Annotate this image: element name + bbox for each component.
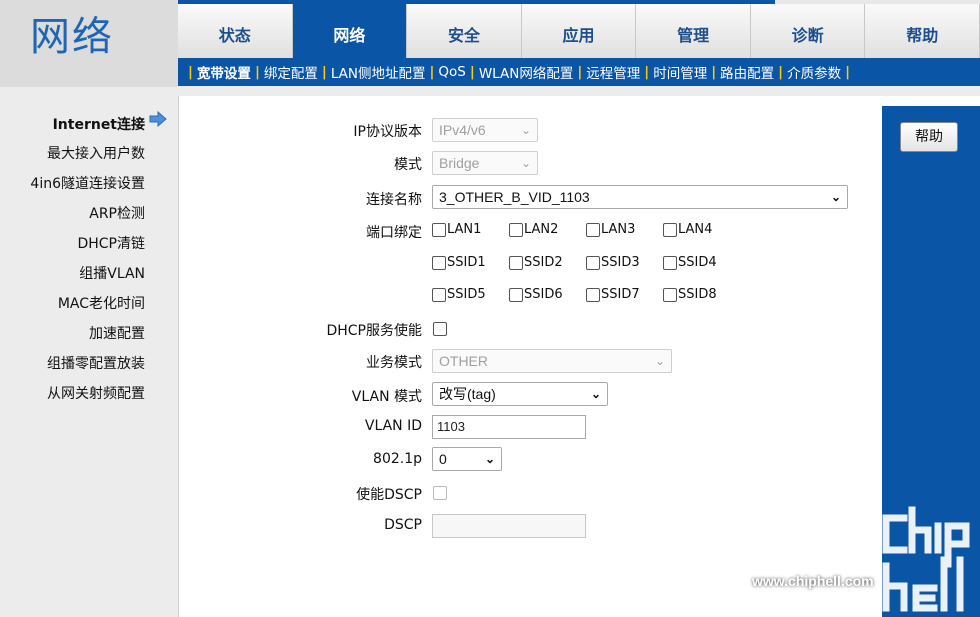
sidebar-item-internet[interactable]: Internet连接 — [53, 114, 145, 134]
sidebar-item-acceleration[interactable]: 加速配置 — [89, 323, 145, 343]
priority-8021p-select[interactable]: 0 ⌄ — [432, 447, 502, 471]
vlan-mode-label: VLAN 模式 — [351, 389, 422, 405]
chevron-down-icon: ⌄ — [590, 387, 601, 401]
dhcp-enable-checkbox[interactable] — [433, 322, 448, 336]
port-ssid8-checkbox[interactable]: SSID8 — [663, 287, 717, 302]
mode-select[interactable]: Bridge ⌄ — [432, 151, 538, 175]
port-ssid6-checkbox[interactable]: SSID6 — [509, 287, 563, 302]
subnav-qos[interactable]: QoS — [438, 64, 465, 80]
enable-dscp-checkbox[interactable] — [433, 486, 448, 500]
vlan-id-input[interactable]: 1103 — [432, 415, 586, 439]
sidebar-item-multicast-vlan[interactable]: 组播VLAN — [79, 263, 145, 283]
content-gap — [178, 86, 980, 96]
service-mode-select[interactable]: OTHER ⌄ — [432, 349, 672, 373]
port-lan1-checkbox[interactable]: LAN1 — [432, 222, 481, 237]
port-lan2-checkbox[interactable]: LAN2 — [509, 222, 558, 237]
subnav-lan-address[interactable]: LAN侧地址配置 — [331, 62, 426, 82]
subnav-medium-params[interactable]: 介质参数 — [787, 62, 841, 82]
watermark-url: www.chiphell.com — [752, 573, 874, 589]
subnav-broadband[interactable]: 宽带设置 — [197, 62, 251, 82]
dhcp-enable-label: DHCP服务使能 — [326, 323, 422, 339]
tab-diagnosis[interactable]: 诊断 — [750, 4, 866, 62]
port-ssid4-checkbox[interactable]: SSID4 — [663, 255, 717, 270]
subnav-wlan[interactable]: WLAN网络配置 — [479, 62, 574, 82]
port-ssid1-checkbox[interactable]: SSID1 — [432, 255, 486, 270]
sidebar-item-max-users[interactable]: 最大接入用户数 — [47, 143, 145, 163]
dscp-input[interactable] — [432, 514, 586, 538]
port-ssid7-checkbox[interactable]: SSID7 — [586, 287, 640, 302]
priority-8021p-label: 802.1p — [373, 451, 422, 467]
tab-network[interactable]: 网络 — [292, 4, 408, 62]
ip-version-label: IP协议版本 — [353, 124, 422, 140]
logo-text: 网络 — [30, 14, 114, 60]
subnav-binding[interactable]: 绑定配置 — [264, 62, 318, 82]
chevron-down-icon: ⌄ — [484, 452, 495, 466]
sidebar-item-dhcp-chain[interactable]: DHCP清链 — [77, 233, 145, 253]
sidebar-item-mac-aging[interactable]: MAC老化时间 — [58, 293, 145, 313]
subnav-time-management[interactable]: 时间管理 — [653, 62, 707, 82]
sidebar: Internet连接 最大接入用户数 4in6隧道连接设置 ARP检测 DHCP… — [0, 87, 178, 617]
sidebar-item-4in6-tunnel[interactable]: 4in6隧道连接设置 — [30, 173, 145, 193]
main-content: IP协议版本 IPv4/v6 ⌄ 模式 Bridge ⌄ 连接名称 3_OTHE… — [178, 96, 882, 617]
enable-dscp-label: 使能DSCP — [356, 487, 422, 503]
vlan-mode-select[interactable]: 改写(tag) ⌄ — [432, 382, 608, 406]
chevron-down-icon: ⌄ — [520, 123, 531, 137]
subnav-remote-management[interactable]: 远程管理 — [586, 62, 640, 82]
sub-nav: | 宽带设置 | 绑定配置 | LAN侧地址配置 | QoS | WLAN网络配… — [178, 58, 980, 86]
mode-label: 模式 — [394, 157, 422, 173]
chevron-down-icon: ⌄ — [830, 190, 841, 204]
help-panel: 帮助 — [882, 106, 980, 617]
port-lan4-checkbox[interactable]: LAN4 — [663, 222, 712, 237]
tab-security[interactable]: 安全 — [407, 4, 522, 62]
sidebar-item-multicast-zero-config[interactable]: 组播零配置放装 — [47, 353, 145, 373]
logo: 网络 — [0, 0, 178, 87]
sidebar-item-arp-check[interactable]: ARP检测 — [89, 203, 145, 223]
port-binding-label: 端口绑定 — [366, 225, 422, 241]
subnav-routing[interactable]: 路由配置 — [720, 62, 774, 82]
service-mode-label: 业务模式 — [366, 355, 422, 371]
header: 网络 状态 网络 安全 应用 管理 诊断 帮助 | 宽带设置 | 绑定配置 | … — [0, 0, 980, 87]
tab-management[interactable]: 管理 — [636, 4, 751, 62]
main-tabs: 状态 网络 安全 应用 管理 诊断 帮助 — [178, 4, 980, 62]
tab-application[interactable]: 应用 — [521, 4, 637, 62]
arrow-right-icon — [149, 111, 167, 127]
tab-status[interactable]: 状态 — [178, 4, 293, 62]
help-button[interactable]: 帮助 — [900, 122, 958, 152]
sidebar-item-slave-gateway-rf[interactable]: 从网关射频配置 — [47, 383, 145, 403]
ip-version-select[interactable]: IPv4/v6 ⌄ — [432, 118, 538, 142]
connection-name-select[interactable]: 3_OTHER_B_VID_1103 ⌄ — [432, 185, 848, 209]
connection-name-label: 连接名称 — [366, 192, 422, 208]
port-ssid2-checkbox[interactable]: SSID2 — [509, 255, 563, 270]
vlan-id-label: VLAN ID — [364, 418, 422, 434]
chevron-down-icon: ⌄ — [654, 354, 665, 368]
tab-help[interactable]: 帮助 — [865, 4, 980, 62]
chiphell-watermark-logo — [882, 506, 970, 612]
port-lan3-checkbox[interactable]: LAN3 — [586, 222, 635, 237]
chevron-down-icon: ⌄ — [520, 156, 531, 170]
dscp-label: DSCP — [384, 517, 422, 533]
port-ssid3-checkbox[interactable]: SSID3 — [586, 255, 640, 270]
port-ssid5-checkbox[interactable]: SSID5 — [432, 287, 486, 302]
